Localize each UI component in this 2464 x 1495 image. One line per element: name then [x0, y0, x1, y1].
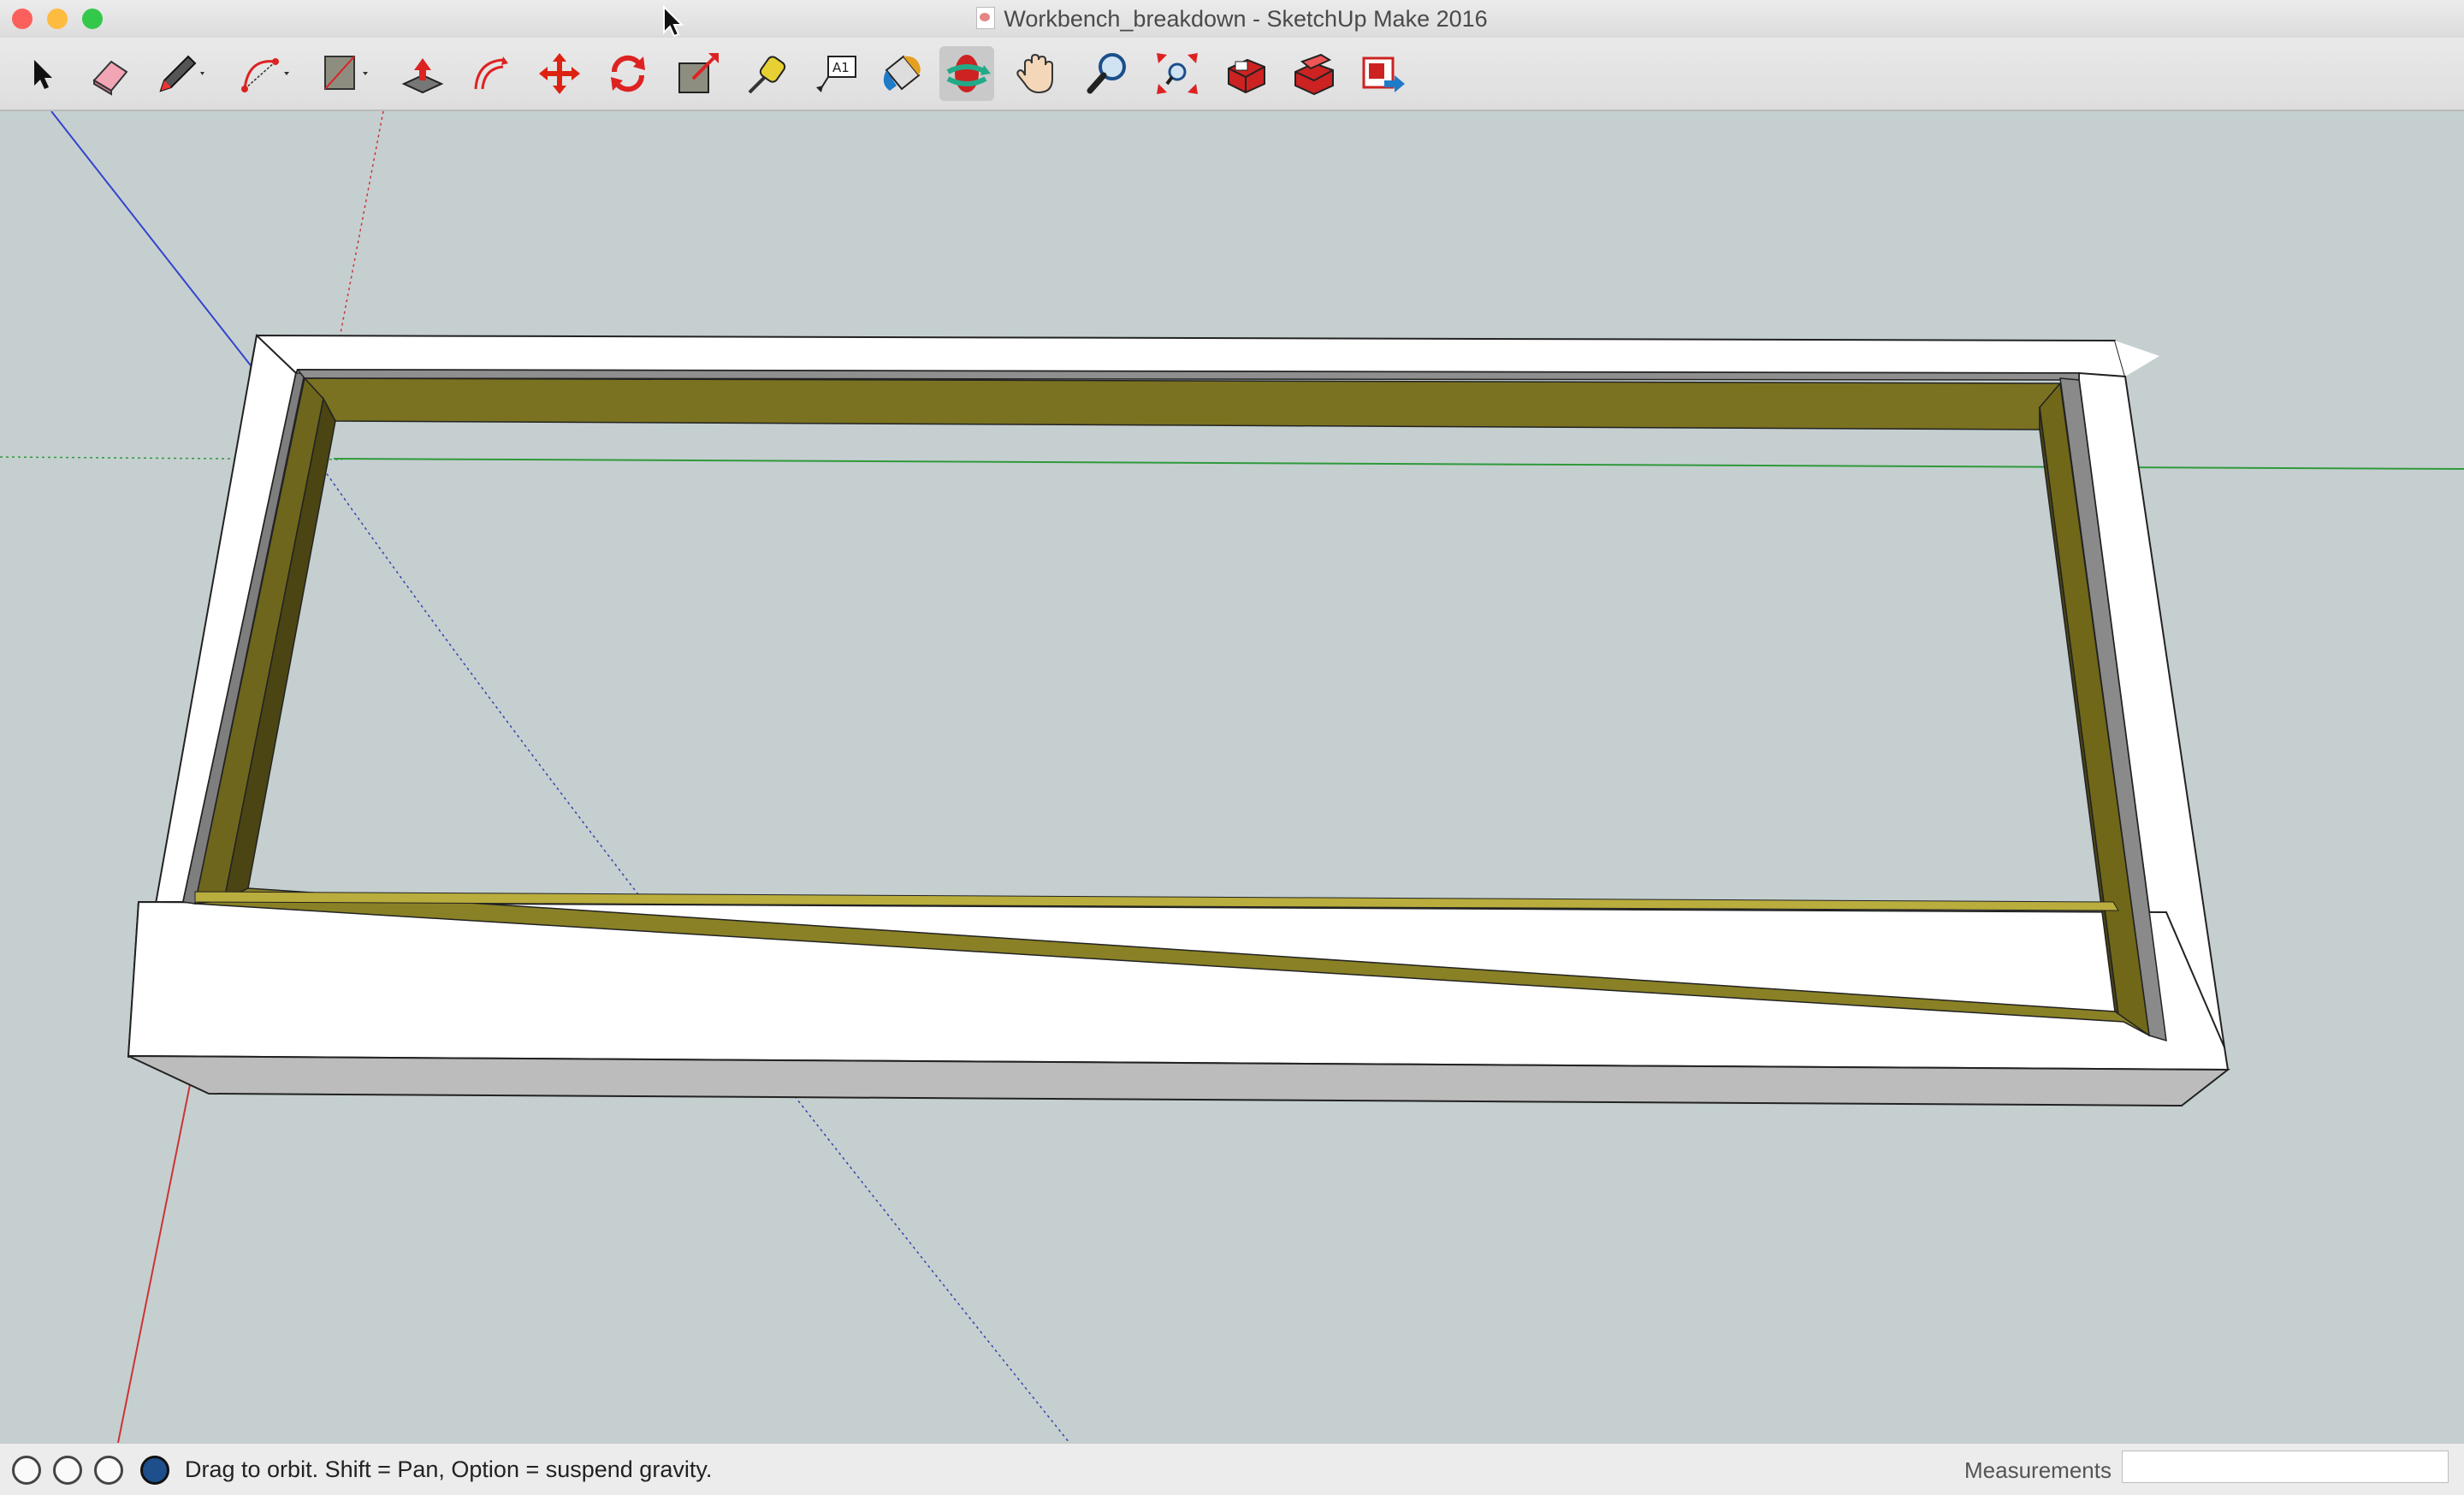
frame-front-board-top	[127, 900, 2230, 1071]
extension-warehouse-tool-button[interactable]	[1287, 46, 1342, 101]
model-viewport[interactable]	[0, 111, 2464, 1443]
arc-icon	[241, 58, 289, 92]
move-arrows-icon	[539, 53, 580, 94]
tape-measure-tool-button[interactable]	[739, 46, 794, 101]
line-tool-button[interactable]	[151, 46, 205, 101]
paint-bucket-tool-button[interactable]	[874, 46, 929, 101]
hand-icon	[1016, 53, 1053, 94]
window-title-text: Workbench_breakdown - SketchUp Make 2016	[1004, 6, 1488, 32]
user-account-icon[interactable]	[94, 1456, 123, 1485]
window-title: Workbench_breakdown - SketchUp Make 2016	[0, 6, 2464, 33]
orbit-icon	[946, 55, 991, 92]
model-canvas[interactable]	[0, 111, 2464, 1443]
offset-icon	[474, 56, 508, 90]
push-pull-tool-button[interactable]	[395, 46, 450, 101]
arc-tool-button[interactable]	[236, 46, 291, 101]
document-icon	[976, 7, 996, 29]
extension-warehouse-icon	[1294, 53, 1334, 96]
tape-measure-icon	[748, 56, 786, 94]
rotate-tool-button[interactable]	[601, 46, 655, 101]
push-pull-icon	[401, 58, 444, 94]
toolbar: A1	[0, 38, 2464, 111]
wood-trim-back	[304, 377, 2061, 430]
eraser-icon	[92, 60, 128, 96]
magnifier-icon	[1087, 53, 1126, 94]
zoom-extents-tool-button[interactable]	[1150, 46, 1205, 101]
pencil-icon	[159, 55, 204, 92]
text-tool-button[interactable]: A1	[809, 46, 864, 101]
warehouse-tool-button[interactable]	[1218, 46, 1273, 101]
status-bar: Drag to orbit. Shift = Pan, Option = sus…	[0, 1443, 2464, 1495]
3d-warehouse-icon	[1228, 58, 1265, 94]
help-icon[interactable]	[140, 1456, 169, 1485]
rectangle-tool-button[interactable]	[317, 46, 371, 101]
measurements-label: Measurements	[1964, 1457, 2112, 1483]
geo-location-icon[interactable]	[12, 1456, 41, 1485]
status-message: Drag to orbit. Shift = Pan, Option = sus…	[185, 1456, 713, 1482]
eraser-tool-button[interactable]	[82, 46, 137, 101]
paint-bucket-icon	[883, 55, 921, 91]
rectangle-icon	[324, 56, 368, 90]
pan-tool-button[interactable]	[1010, 46, 1064, 101]
share-model-tool-button[interactable]	[1355, 46, 1410, 101]
move-tool-button[interactable]	[532, 46, 587, 101]
share-model-icon	[1362, 56, 1405, 92]
select-tool-button[interactable]	[14, 46, 68, 101]
scale-icon	[678, 53, 719, 93]
scale-tool-button[interactable]	[671, 46, 726, 101]
orbit-tool-button[interactable]	[939, 46, 994, 101]
text-label-icon: A1	[816, 56, 856, 92]
measurements-input[interactable]	[2122, 1451, 2449, 1483]
zoom-extents-icon	[1157, 53, 1198, 94]
credits-info-icon[interactable]	[53, 1456, 82, 1485]
mouse-cursor-icon	[663, 5, 684, 38]
arrow-cursor-icon	[34, 60, 52, 89]
title-bar: Workbench_breakdown - SketchUp Make 2016	[0, 0, 2464, 39]
svg-text:A1: A1	[832, 60, 850, 75]
rotate-icon	[611, 55, 645, 92]
zoom-tool-button[interactable]	[1080, 46, 1134, 101]
offset-tool-button[interactable]	[464, 46, 518, 101]
